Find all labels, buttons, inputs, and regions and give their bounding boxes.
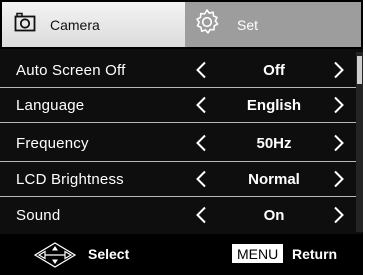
settings-screen: Camera Set Auto Screen Off Off Language … [0, 0, 363, 275]
chevron-right-icon[interactable] [333, 61, 345, 84]
menu-row-value: Off [263, 61, 285, 79]
tab-camera-label: Camera [50, 16, 100, 33]
chevron-left-icon[interactable] [195, 61, 207, 84]
tab-camera[interactable]: Camera [2, 2, 185, 47]
footer-hints: Select MENU Return [0, 234, 363, 275]
menu-row-value: English [246, 96, 302, 114]
menu-row-lcd-brightness[interactable]: LCD Brightness Normal [0, 162, 356, 196]
menu-row-value: Normal [248, 170, 300, 188]
menu-row-sound[interactable]: Sound On [0, 198, 356, 232]
camera-icon [14, 12, 36, 37]
tab-bar: Camera Set [0, 0, 363, 49]
gear-icon [193, 8, 221, 41]
menu-row-label: Language [16, 96, 85, 114]
tab-set-label: Set [237, 16, 259, 33]
menu-row-label: Auto Screen Off [16, 61, 126, 79]
chevron-right-icon[interactable] [333, 134, 345, 157]
row-divider [0, 196, 356, 197]
scrollbar-thumb[interactable] [357, 56, 362, 84]
menu-row-auto-screen-off[interactable]: Auto Screen Off Off [0, 53, 356, 87]
chevron-left-icon[interactable] [195, 134, 207, 157]
menu-row-language[interactable]: Language English [0, 88, 356, 122]
menu-row-label: Sound [16, 206, 61, 224]
tab-set[interactable]: Set [185, 2, 361, 47]
menu-scrollbar[interactable] [356, 52, 363, 232]
menu-row-frequency[interactable]: Frequency 50Hz [0, 126, 356, 160]
menu-row-value: On [263, 206, 285, 224]
chevron-right-icon[interactable] [333, 206, 345, 229]
menu-row-label: LCD Brightness [16, 170, 124, 188]
select-hint-label: Select [88, 246, 130, 262]
menu-row-value: 50Hz [256, 134, 292, 152]
menu-row-label: Frequency [16, 134, 89, 152]
menu-key-badge: MENU [232, 244, 284, 263]
settings-menu: Auto Screen Off Off Language English Fre… [0, 52, 356, 232]
chevron-right-icon[interactable] [333, 96, 345, 119]
navigation-arrows-icon [33, 242, 77, 273]
chevron-left-icon[interactable] [195, 206, 207, 229]
row-divider [0, 122, 356, 123]
chevron-left-icon[interactable] [195, 96, 207, 119]
chevron-right-icon[interactable] [333, 170, 345, 193]
chevron-left-icon[interactable] [195, 170, 207, 193]
return-hint-label: Return [292, 246, 338, 262]
